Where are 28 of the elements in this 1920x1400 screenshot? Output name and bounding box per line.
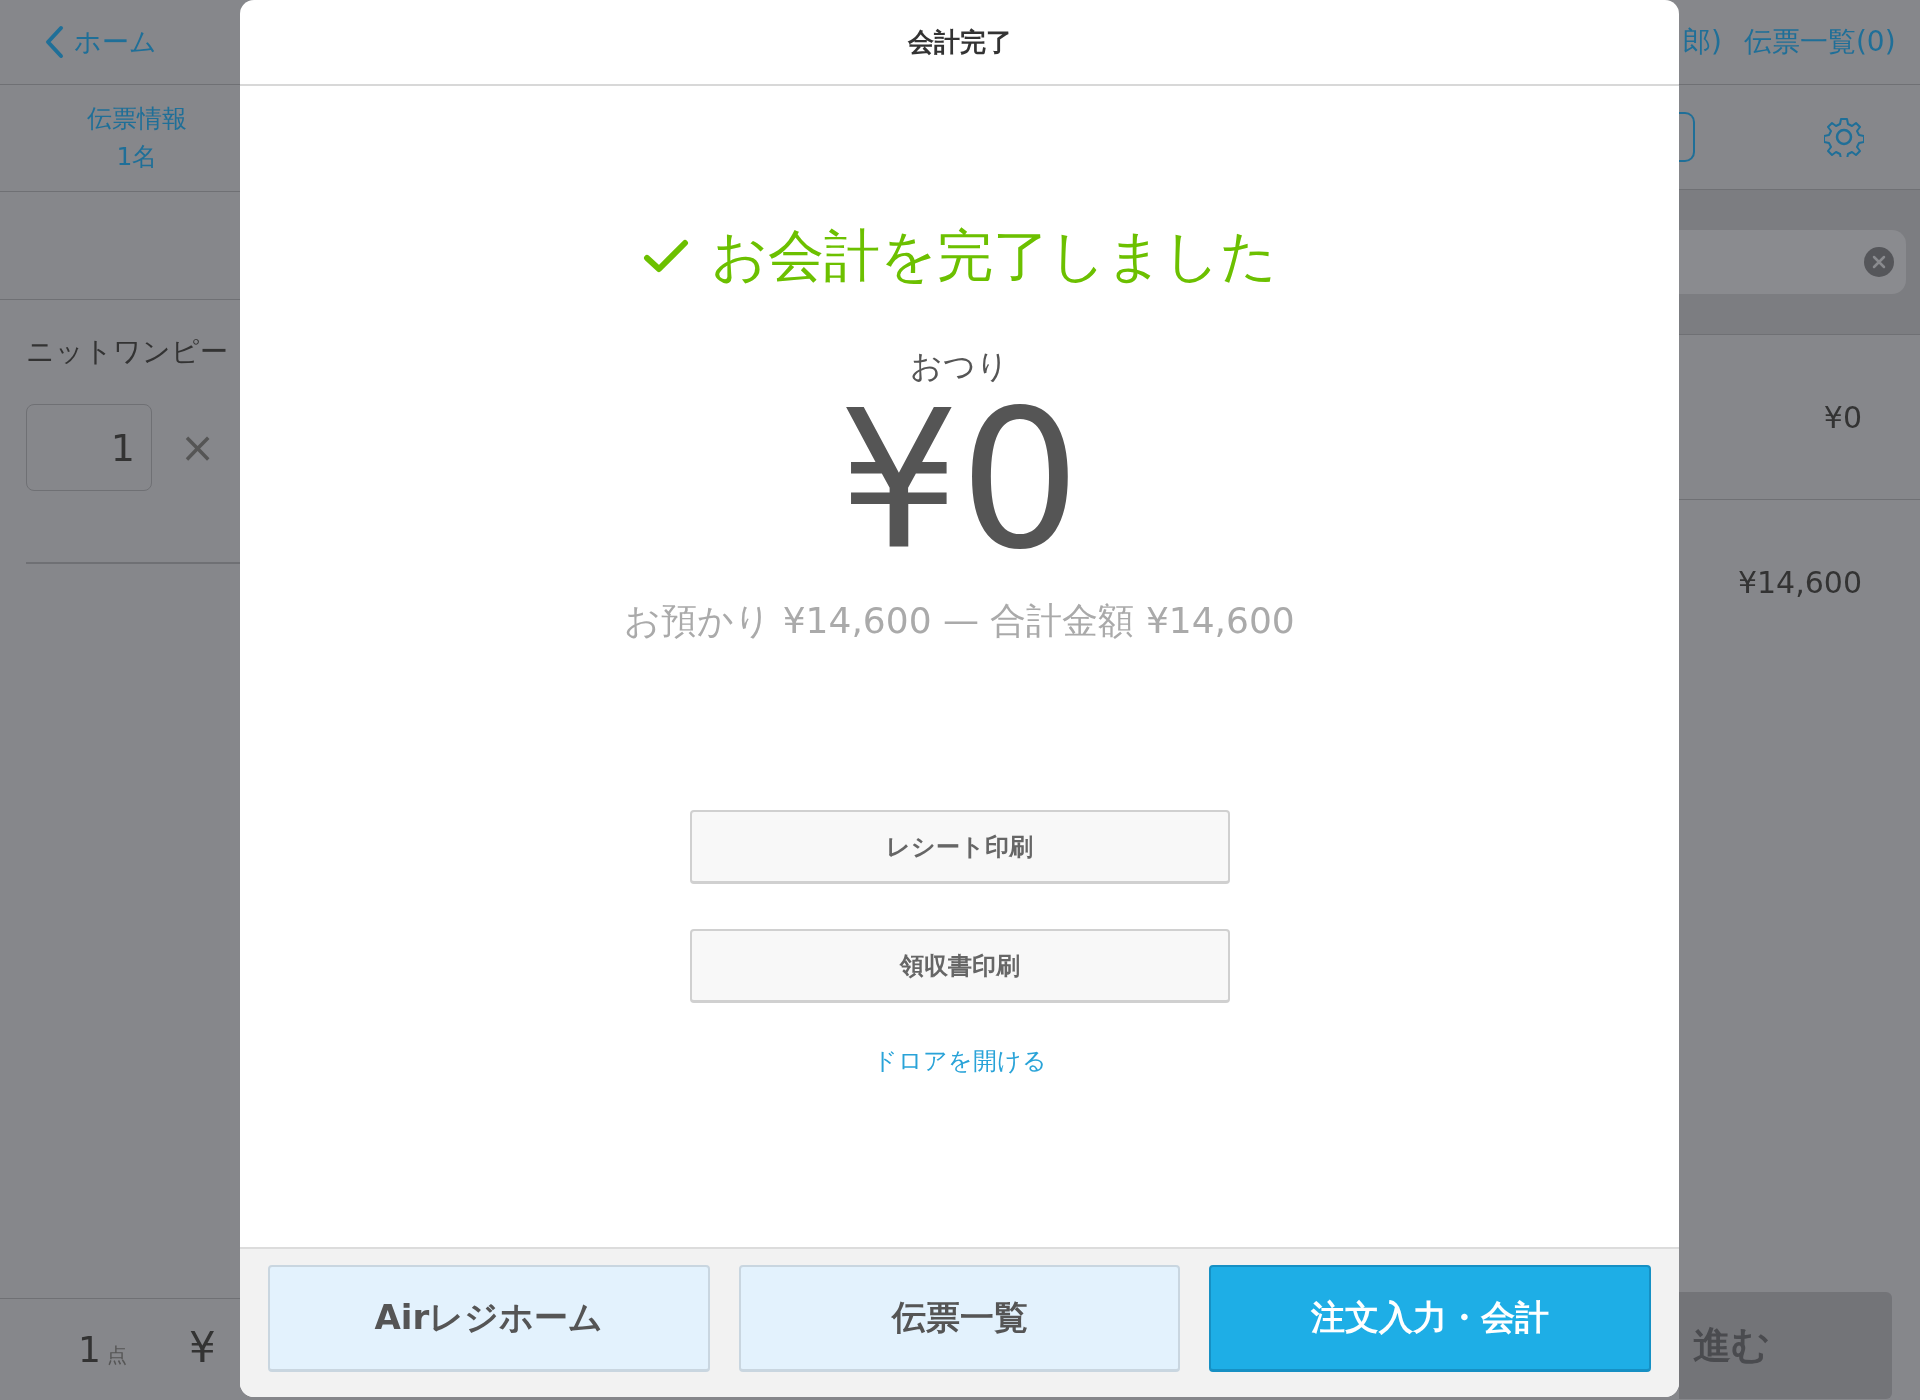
payment-summary: お預かり ¥14,600 — 合計金額 ¥14,600 xyxy=(624,599,1295,643)
print-button[interactable]: 領収書印刷 xyxy=(689,929,1230,1003)
ticket-list-link[interactable]: 伝票一覧(0) xyxy=(1743,23,1896,61)
footer-button[interactable]: 注文入力・会計 xyxy=(1209,1265,1651,1372)
settings-icon[interactable] xyxy=(1824,117,1864,157)
clear-icon[interactable] xyxy=(1864,247,1894,277)
amount-text: ¥0 xyxy=(1823,399,1862,435)
change-label: おつり xyxy=(910,346,1009,386)
back-chevron-icon xyxy=(44,25,64,59)
times-sign: × xyxy=(180,423,216,472)
footer-button[interactable]: Airレジホーム xyxy=(268,1265,710,1372)
total-amount: ¥ xyxy=(188,1323,216,1372)
success-message: お会計を完了しました xyxy=(710,222,1277,290)
item-count: 1 xyxy=(78,1329,101,1370)
footer-button[interactable]: 伝票一覧 xyxy=(738,1265,1181,1372)
search-field[interactable] xyxy=(1679,230,1906,294)
item-name: ニットワンピー xyxy=(26,334,229,370)
guest-name: 郎) xyxy=(1683,24,1722,60)
amount-text: ¥14,600 xyxy=(1737,564,1862,600)
ticket-info-link[interactable]: 伝票情報 1名 xyxy=(87,100,187,176)
print-button[interactable]: レシート印刷 xyxy=(689,810,1230,884)
outline-button[interactable] xyxy=(1679,112,1695,162)
checkmark-icon xyxy=(642,238,689,274)
dialog-title: 会計完了 xyxy=(240,0,1679,86)
change-amount: ¥0 xyxy=(838,386,1081,576)
back-link[interactable]: ホーム xyxy=(44,24,157,60)
open-drawer-link[interactable]: ドロアを開ける xyxy=(872,1043,1047,1079)
quantity-field[interactable]: 1 xyxy=(26,404,152,491)
